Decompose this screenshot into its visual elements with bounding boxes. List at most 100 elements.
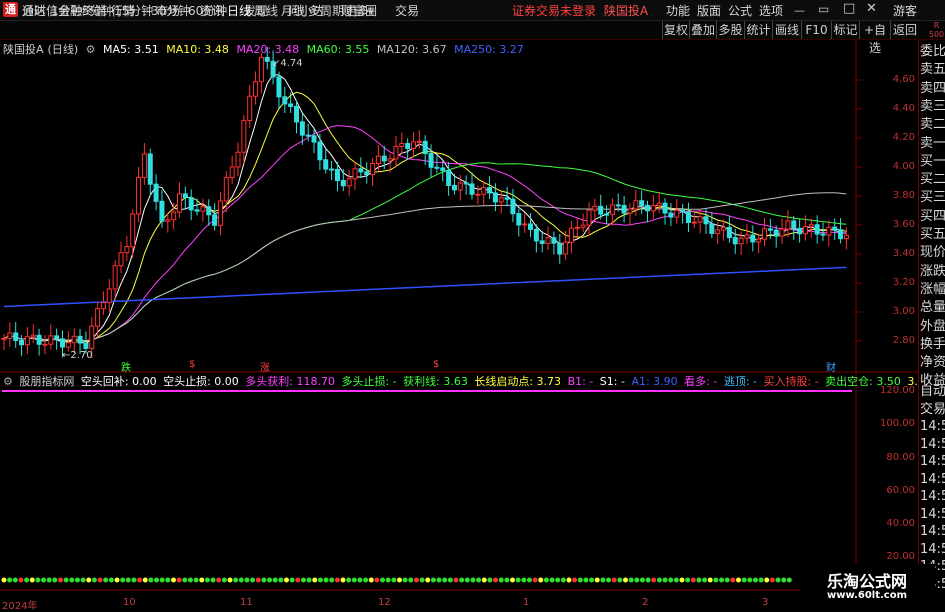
candle-body — [598, 205, 604, 215]
candle-body — [568, 227, 574, 243]
signal-dot — [244, 577, 250, 583]
ind-item-4: 获利线: 3.63 — [403, 375, 468, 388]
signal-dot — [137, 577, 143, 583]
signal-dot — [752, 577, 758, 583]
candle-body — [428, 153, 434, 168]
candle-body — [732, 237, 738, 245]
signal-dot — [272, 577, 278, 583]
side-lower-label: 14:56 — [920, 541, 945, 557]
candle-body — [13, 332, 19, 342]
signal-dot — [713, 577, 719, 583]
candle-body — [475, 193, 481, 196]
candle-body — [95, 308, 101, 327]
ind-item-3: 多头止损: - — [341, 375, 397, 388]
menu-function[interactable]: 功能 — [666, 2, 690, 19]
signal-dot — [781, 577, 787, 583]
side-label: 委比 — [920, 44, 945, 59]
ma120-label: MA120: 3.67 — [376, 43, 447, 56]
candle-body — [510, 198, 516, 215]
signal-mark: 涨 — [260, 363, 270, 374]
tab-1min[interactable]: 1分钟 — [51, 2, 83, 19]
side-label: 涨幅 — [920, 281, 945, 297]
side-label: 买四 — [920, 208, 945, 224]
signal-dot — [679, 577, 685, 583]
tab-60min[interactable]: 60分钟 — [188, 2, 227, 19]
signal-dot — [300, 577, 306, 583]
signal-mark: $ — [189, 359, 196, 370]
login-status[interactable]: 证券交易未登录 陕国投A — [512, 2, 648, 19]
add-favorite-button[interactable]: +自选 — [859, 21, 890, 55]
candle-body — [609, 204, 615, 215]
candle-body — [791, 220, 797, 229]
signal-mark: $ — [433, 359, 440, 370]
tab-daily[interactable]: 日线 — [227, 2, 251, 19]
signal-dot — [108, 577, 114, 583]
signal-dot — [267, 577, 273, 583]
minimize-icon[interactable]: — — [794, 4, 805, 17]
watermark-url: www.60lt.com — [826, 590, 907, 601]
signal-dot — [363, 577, 369, 583]
menu-trade[interactable]: 交易 — [395, 2, 419, 19]
signal-dot — [583, 577, 589, 583]
menu-formula[interactable]: 公式 — [728, 2, 752, 19]
price-tick: 4.60 — [892, 74, 915, 85]
side-lower-label: 14:56 — [920, 419, 945, 434]
low-value: 2.70 — [70, 350, 93, 361]
date-label: 10 — [123, 597, 136, 608]
signal-dot — [476, 577, 482, 583]
signal-dot — [413, 577, 419, 583]
signal-dot — [58, 577, 63, 583]
signal-dot — [148, 577, 154, 583]
restore-icon[interactable]: ▭ — [818, 2, 829, 16]
side-label: 涨跌 — [920, 263, 945, 279]
candle-body — [826, 226, 832, 236]
ind-item-6: B1: - — [567, 375, 594, 388]
signal-dot — [176, 577, 182, 583]
maximize-icon[interactable]: □ — [843, 1, 855, 16]
draw-line-button[interactable]: 画线 — [772, 21, 801, 39]
candle-body — [715, 229, 721, 234]
tab-30min[interactable]: 30分钟 — [151, 2, 190, 19]
candle-body — [592, 205, 598, 211]
r-label: R 500 — [928, 21, 945, 39]
signal-dot — [736, 577, 741, 583]
tab-5min[interactable]: 5分钟 — [82, 2, 114, 19]
kline-chart[interactable] — [0, 40, 918, 609]
mark-button[interactable]: 标记 — [831, 21, 859, 39]
candle-body — [411, 141, 416, 149]
signal-dot — [165, 577, 171, 583]
menu-options[interactable]: 选项 — [759, 2, 783, 19]
back-button[interactable]: 返回 — [890, 21, 919, 39]
signal-dot — [380, 577, 386, 583]
signal-dot — [651, 577, 657, 583]
candle-body — [498, 197, 504, 203]
overlay-button[interactable]: 叠加 — [689, 21, 716, 39]
candle-body — [194, 209, 200, 212]
multi-stock-button[interactable]: 多股 — [716, 21, 744, 39]
tab-15min[interactable]: 15分钟 — [114, 2, 153, 19]
candle-body — [463, 182, 469, 185]
statistics-button[interactable]: 统计 — [744, 21, 772, 39]
tab-weekly[interactable]: 周线 — [254, 2, 278, 19]
signal-dot — [227, 577, 233, 583]
adjust-button[interactable]: 复权 — [662, 21, 689, 39]
signal-dot — [589, 577, 595, 583]
f10-button[interactable]: F10 — [801, 21, 831, 39]
tab-multi-period[interactable]: 多周期 — [308, 2, 344, 19]
indicator-gear-icon[interactable]: ⚙ — [3, 375, 13, 388]
tab-intraday[interactable]: 分时 — [22, 2, 46, 19]
candle-body — [147, 153, 153, 185]
signal-dot — [46, 577, 52, 583]
settings-gear-icon[interactable]: ⚙ — [86, 43, 96, 56]
candle-body — [533, 228, 539, 242]
signal-dot — [425, 577, 431, 583]
candle-body — [89, 325, 95, 349]
menu-layout[interactable]: 版面 — [697, 2, 721, 19]
signal-dot — [549, 577, 555, 583]
close-icon[interactable]: ✕ — [866, 1, 877, 16]
signal-dot — [487, 577, 493, 583]
tab-more[interactable]: 更多▾ — [345, 2, 374, 19]
signal-dot — [278, 577, 284, 583]
tab-monthly[interactable]: 月线 — [281, 2, 305, 19]
guest-user[interactable]: 游客 — [893, 2, 917, 19]
